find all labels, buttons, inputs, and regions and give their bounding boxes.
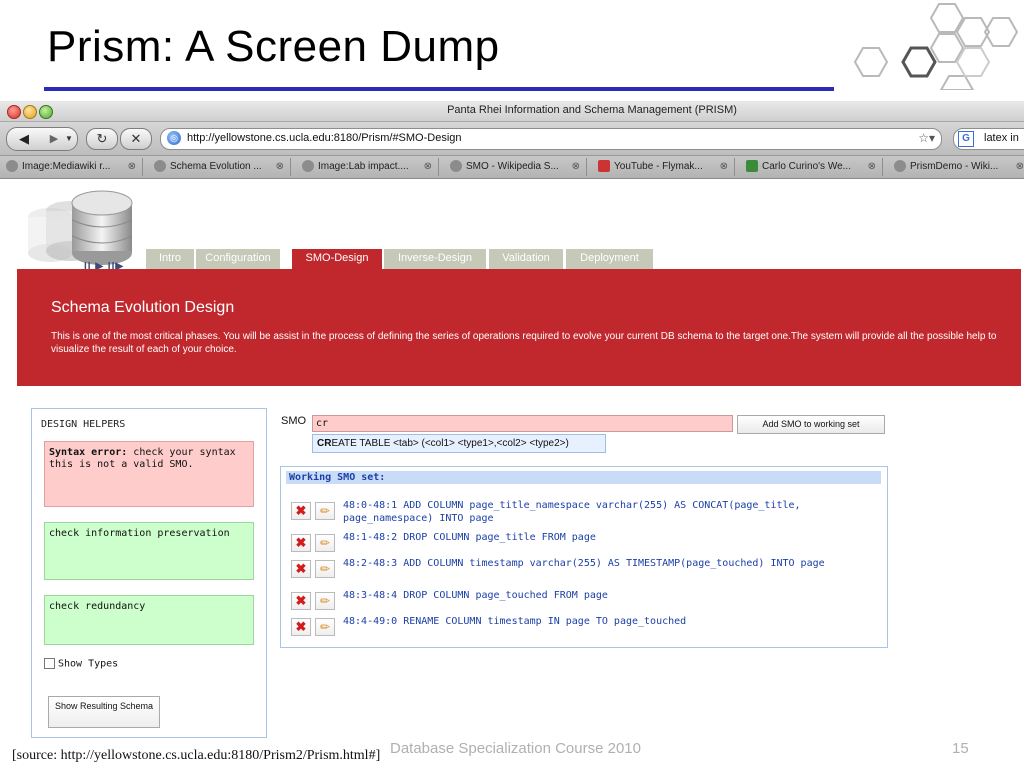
browser-tab[interactable]: Schema Evolution ... ⊗ [148, 158, 291, 176]
autocomplete-suggestion[interactable]: CREATE TABLE <tab> (<col1> <type1>,<col2… [312, 434, 606, 453]
design-helpers-panel: DESIGN HELPERS Syntax error: check your … [31, 408, 267, 738]
slide-number: 15 [952, 740, 969, 757]
check-information-preservation[interactable]: check information preservation [44, 522, 254, 580]
syntax-error-box: Syntax error: check your syntax this is … [44, 441, 254, 507]
delete-icon[interactable]: ✖ [291, 618, 311, 636]
nav-buttons: ◀ ▶ ▼ [6, 127, 78, 151]
smo-text: 48:4-49:0 RENAME COLUMN timestamp IN pag… [343, 616, 687, 627]
google-search-icon[interactable]: G [958, 131, 974, 147]
show-types-checkbox[interactable] [44, 658, 55, 669]
browser-tab-bar: Image:Mediawiki r... ⊗ Schema Evolution .… [0, 156, 1024, 179]
browser-tab[interactable]: SMO - Wikipedia S... ⊗ [444, 158, 587, 176]
check-information-label: check information preservation [49, 528, 230, 539]
smo-text: 48:3-48:4 DROP COLUMN page_touched FROM … [343, 590, 608, 601]
smo-text: 48:1-48:2 DROP COLUMN page_title FROM pa… [343, 532, 596, 543]
globe-icon [894, 160, 906, 173]
search-box[interactable]: G latex in [953, 128, 1024, 150]
youtube-icon [598, 160, 610, 173]
banner-title: Schema Evolution Design [51, 299, 235, 316]
footer-course: Database Specialization Course 2010 [390, 740, 641, 757]
delete-icon[interactable]: ✖ [291, 560, 311, 578]
address-bar[interactable]: ◎ http://yellowstone.cs.ucla.edu:8180/Pr… [160, 128, 942, 150]
site-identity-icon[interactable]: ◎ [167, 131, 181, 145]
phase-banner: Schema Evolution Design This is one of t… [17, 269, 1021, 386]
delete-icon[interactable]: ✖ [291, 534, 311, 552]
tab-smo-design[interactable]: SMO-Design [292, 249, 382, 271]
design-helpers-title: DESIGN HELPERS [41, 419, 126, 430]
suggestion-match: CR [317, 438, 332, 449]
close-tab-icon[interactable]: ⊗ [572, 158, 580, 176]
check-redundancy-label: check redundancy [49, 601, 146, 612]
globe-icon [450, 160, 462, 173]
browser-tab-label: YouTube - Flymak... [614, 161, 703, 172]
reload-button[interactable]: ↻ [86, 128, 118, 150]
delete-icon[interactable]: ✖ [291, 592, 311, 610]
site-icon [746, 160, 758, 173]
page-content: II ▶ II▶ Intro Configuration SMO-Design … [0, 179, 1024, 741]
close-tab-icon[interactable]: ⊗ [868, 158, 876, 176]
browser-tab[interactable]: YouTube - Flymak... ⊗ [592, 158, 735, 176]
stop-button[interactable]: ✕ [120, 128, 152, 150]
close-tab-icon[interactable]: ⊗ [128, 158, 136, 176]
close-tab-icon[interactable]: ⊗ [1016, 158, 1024, 176]
forward-button[interactable]: ▶ [43, 128, 65, 150]
syntax-error-label: Syntax error: [49, 447, 128, 458]
window-title: Panta Rhei Information and Schema Manage… [447, 104, 737, 116]
close-tab-icon[interactable]: ⊗ [276, 158, 284, 176]
source-citation: [source: http://yellowstone.cs.ucla.edu:… [12, 748, 381, 763]
browser-tab-label: Image:Lab impact.... [318, 161, 409, 172]
back-button[interactable]: ◀ [7, 128, 41, 150]
browser-toolbar: ◀ ▶ ▼ ↻ ✕ ◎ http://yellowstone.cs.ucla.e… [0, 122, 1024, 156]
close-tab-icon[interactable]: ⊗ [424, 158, 432, 176]
suggestion-rest: EATE TABLE <tab> (<col1> <type1>,<col2> … [331, 438, 569, 449]
show-types-option[interactable]: Show Types [44, 658, 118, 670]
tab-inverse-design[interactable]: Inverse-Design [384, 249, 486, 269]
browser-tab-label: Image:Mediawiki r... [22, 161, 111, 172]
globe-icon [154, 160, 166, 173]
history-dropdown-icon[interactable]: ▼ [65, 128, 77, 150]
add-smo-button[interactable]: Add SMO to working set [737, 415, 885, 434]
working-smo-set-panel: Working SMO set: ✖ ✏ 48:0-48:1 ADD COLUM… [280, 466, 888, 648]
tab-configuration[interactable]: Configuration [196, 249, 280, 269]
edit-icon[interactable]: ✏ [315, 534, 335, 552]
close-tab-icon[interactable]: ⊗ [720, 158, 728, 176]
hexagon-decoration [853, 3, 1019, 90]
smo-text: 48:2-48:3 ADD COLUMN timestamp varchar(2… [343, 558, 825, 569]
search-input[interactable]: latex in [984, 132, 1019, 144]
title-underline [44, 87, 834, 91]
globe-icon [302, 160, 314, 173]
tab-validation[interactable]: Validation [489, 249, 563, 269]
browser-tab[interactable]: PrismDemo - Wiki... ⊗ [888, 158, 1024, 176]
browser-tab-label: Carlo Curino's We... [762, 161, 851, 172]
edit-icon[interactable]: ✏ [315, 592, 335, 610]
working-smo-set-title: Working SMO set: [286, 471, 881, 484]
browser-window: Panta Rhei Information and Schema Manage… [0, 101, 1024, 741]
url-text[interactable]: http://yellowstone.cs.ucla.edu:8180/Pris… [187, 132, 462, 144]
browser-tab[interactable]: Carlo Curino's We... ⊗ [740, 158, 883, 176]
slide-title: Prism: A Screen Dump [47, 22, 500, 71]
show-resulting-schema-label: Show Resulting Schema [54, 701, 154, 711]
browser-tab-label: PrismDemo - Wiki... [910, 161, 999, 172]
smo-text: 48:0-48:1 ADD COLUMN page_title_namespac… [343, 500, 801, 524]
bookmark-star-icon[interactable]: ☆▾ [918, 131, 935, 145]
browser-tab[interactable]: Image:Mediawiki r... ⊗ [0, 158, 143, 176]
tab-intro[interactable]: Intro [146, 249, 194, 269]
browser-tab[interactable]: Image:Lab impact.... ⊗ [296, 158, 439, 176]
show-types-label: Show Types [58, 658, 119, 670]
smo-label: SMO [281, 415, 307, 427]
browser-tab-label: SMO - Wikipedia S... [466, 161, 559, 172]
globe-icon [6, 160, 18, 173]
delete-icon[interactable]: ✖ [291, 502, 311, 520]
check-redundancy[interactable]: check redundancy [44, 595, 254, 645]
show-resulting-schema-button[interactable]: Show Resulting Schema [48, 696, 160, 728]
edit-icon[interactable]: ✏ [315, 618, 335, 636]
window-titlebar: Panta Rhei Information and Schema Manage… [0, 101, 1024, 122]
smo-input[interactable]: cr [312, 415, 733, 432]
edit-icon[interactable]: ✏ [315, 502, 335, 520]
edit-icon[interactable]: ✏ [315, 560, 335, 578]
tab-deployment[interactable]: Deployment [566, 249, 653, 269]
browser-tab-label: Schema Evolution ... [170, 161, 262, 172]
prism-logo [28, 190, 133, 265]
banner-description: This is one of the most critical phases.… [51, 331, 997, 355]
